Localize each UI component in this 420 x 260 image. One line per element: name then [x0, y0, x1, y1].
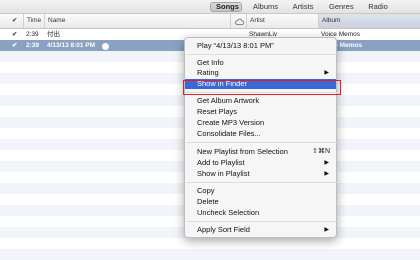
- view-tab-bar: Songs Albums Artists Genres Radio: [0, 0, 420, 14]
- tab-songs[interactable]: Songs: [210, 2, 242, 12]
- menu-item-get-info[interactable]: Get Info: [185, 58, 336, 68]
- row-check[interactable]: ✔: [12, 29, 17, 40]
- menu-item-add-to-playlist[interactable]: Add to Playlist ▶: [185, 158, 336, 168]
- menu-item-show-in-playlist[interactable]: Show in Playlist ▶: [185, 169, 336, 179]
- row-time: 2:39: [26, 42, 40, 49]
- context-menu: Play “4/13/13 8:01 PM” Get Info Rating ▶…: [184, 37, 337, 238]
- column-header: ✔ Time Name Artist Album: [0, 14, 420, 29]
- submenu-arrow-icon: ▶: [324, 160, 329, 166]
- menu-item-delete[interactable]: Delete: [185, 197, 336, 207]
- menu-item-copy[interactable]: Copy: [185, 186, 336, 196]
- cloud-icon: [235, 18, 245, 25]
- menu-item-play[interactable]: Play “4/13/13 8:01 PM”: [185, 41, 336, 51]
- menu-item-create-mp3[interactable]: Create MP3 Version: [185, 118, 336, 128]
- tab-artists[interactable]: Artists: [286, 2, 320, 12]
- menu-item-get-album-artwork[interactable]: Get Album Artwork: [185, 96, 336, 106]
- menu-item-rating[interactable]: Rating ▶: [185, 68, 336, 78]
- icloud-column[interactable]: [230, 14, 246, 28]
- submenu-arrow-icon: ▶: [324, 70, 329, 76]
- submenu-arrow-icon: ▶: [324, 171, 329, 177]
- row-check[interactable]: ✔: [12, 40, 17, 51]
- column-check[interactable]: ✔: [9, 14, 23, 28]
- column-album[interactable]: Album: [318, 14, 420, 28]
- row-name: 付出: [47, 30, 60, 38]
- keyboard-shortcut: ⇧⌘N: [312, 148, 330, 155]
- annotation-highlight-box: [183, 80, 341, 95]
- menu-item-label: Show in Playlist: [197, 169, 250, 178]
- row-time: 2:39: [26, 31, 39, 38]
- column-artist[interactable]: Artist: [246, 14, 318, 28]
- column-name[interactable]: Name: [44, 14, 230, 28]
- tab-albums[interactable]: Albums: [248, 2, 282, 12]
- menu-separator: [186, 54, 337, 55]
- menu-item-label: Add to Playlist: [197, 158, 245, 167]
- menu-item-consolidate[interactable]: Consolidate Files...: [185, 129, 336, 139]
- row-name: 4/13/13 8:01 PM: [47, 42, 96, 49]
- tab-genres[interactable]: Genres: [324, 2, 358, 12]
- empty-row: [0, 249, 420, 260]
- menu-separator: [186, 182, 337, 183]
- menu-item-label: Apply Sort Field: [197, 225, 250, 234]
- menu-separator: [186, 221, 337, 222]
- column-time[interactable]: Time: [23, 14, 44, 28]
- submenu-arrow-icon: ▶: [324, 227, 329, 233]
- menu-item-new-playlist[interactable]: New Playlist from Selection ⇧⌘N: [185, 147, 336, 157]
- menu-item-apply-sort-field[interactable]: Apply Sort Field ▶: [185, 225, 336, 235]
- menu-item-label: Rating: [197, 68, 219, 77]
- menu-separator: [186, 142, 337, 143]
- menu-item-uncheck-selection[interactable]: Uncheck Selection: [185, 208, 336, 218]
- menu-item-reset-plays[interactable]: Reset Plays: [185, 107, 336, 117]
- menu-item-label: New Playlist from Selection: [197, 147, 288, 156]
- tab-radio[interactable]: Radio: [362, 2, 394, 12]
